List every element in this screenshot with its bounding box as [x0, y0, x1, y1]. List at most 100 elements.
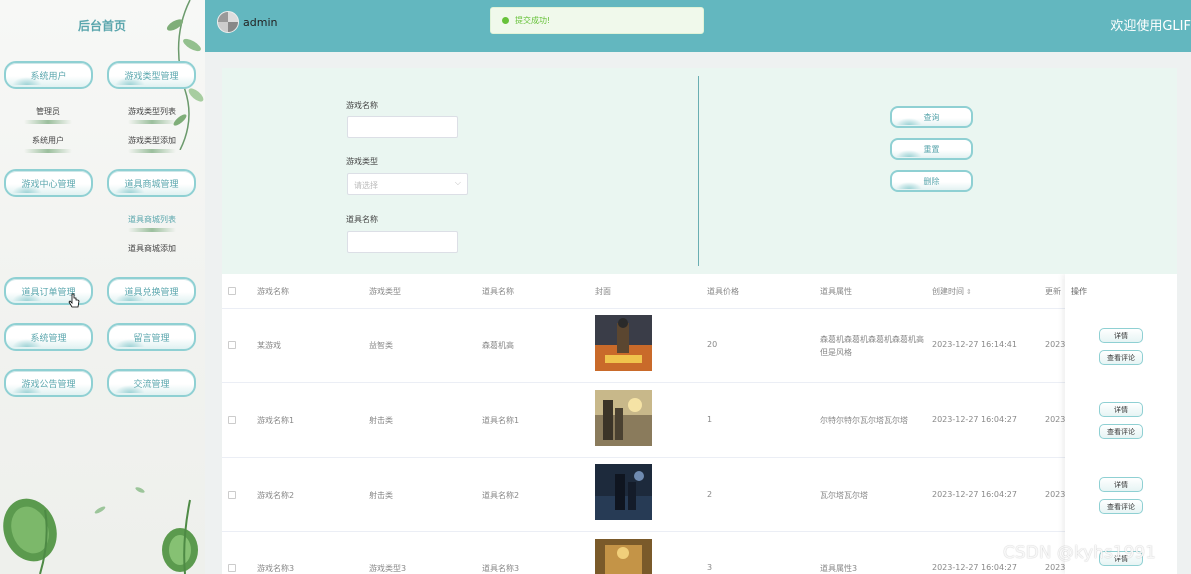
sub-item-system-user[interactable]: 系统用户: [18, 135, 78, 153]
sub-item-label: 管理员: [36, 107, 60, 116]
cell-created: 2023-12-27 16:04:27: [932, 415, 1017, 424]
menu-item-mall[interactable]: 道具商城管理: [107, 169, 196, 197]
cell-item-name: 道具名称1: [482, 416, 520, 425]
brush-decoration: [128, 120, 176, 124]
search-panel: 游戏名称 游戏类型 请选择 ⌵ 道具名称 查询 重置 删除: [222, 68, 1177, 274]
cover-image: [595, 315, 652, 371]
chevron-down-icon: ⌵: [454, 178, 461, 187]
cell-game-name: 游戏名称2: [257, 491, 295, 500]
avatar-icon[interactable]: [217, 11, 239, 33]
cell-game-type: 益智类: [369, 341, 393, 350]
table-row: 某游戏 益智类 森葛机高 20 森葛机森葛机森葛机森葛机高 但是风格 2023-…: [222, 309, 1177, 383]
header-game-type: 游戏类型: [369, 287, 401, 296]
menu-message[interactable]: 留言管理: [107, 323, 196, 351]
brush-decoration: [128, 149, 176, 153]
cell-attr: 尔特尔特尔瓦尔塔瓦尔塔: [820, 416, 908, 425]
header-created-label: 创建时间: [932, 287, 964, 296]
menu-game-notice[interactable]: 游戏公告管理: [4, 369, 93, 397]
cell-game-type: 射击类: [369, 416, 393, 425]
detail-button[interactable]: 详情: [1099, 402, 1143, 417]
sub-item-admin[interactable]: 管理员: [18, 106, 78, 124]
cell-attr: 道具属性3: [820, 564, 858, 573]
cell-item-name: 道具名称3: [482, 564, 520, 573]
cell-game-name: 某游戏: [257, 341, 281, 350]
cell-game-name: 游戏名称1: [257, 416, 295, 425]
header-operations: 操作: [1071, 287, 1087, 296]
menu-forum[interactable]: 交流管理: [107, 369, 196, 397]
cell-created: 2023-12-27 16:14:41: [932, 340, 1017, 349]
welcome-text: 欢迎使用GLIF: [1110, 19, 1191, 34]
sub-item-label: 道具商城列表: [128, 215, 176, 224]
brush-decoration: [24, 149, 72, 153]
toast-message: 提交成功!: [515, 16, 551, 25]
top-header: admin 提交成功! 欢迎使用GLIF: [205, 0, 1191, 52]
sub-item-game-type-add[interactable]: 游戏类型添加: [122, 135, 182, 153]
view-comments-button[interactable]: 查看评论: [1099, 350, 1143, 365]
query-button[interactable]: 查询: [890, 106, 973, 128]
view-comments-button[interactable]: 查看评论: [1099, 424, 1143, 439]
item-name-label: 道具名称: [346, 215, 378, 224]
lotus-leaf-icon: [3, 487, 198, 574]
header-item-name: 道具名称: [482, 287, 514, 296]
menu-item-exchange[interactable]: 道具兑换管理: [107, 277, 196, 305]
cell-price: 20: [707, 340, 718, 349]
sub-item-mall-list[interactable]: 道具商城列表: [122, 214, 182, 232]
game-name-input[interactable]: [347, 116, 458, 138]
select-all-checkbox[interactable]: [228, 287, 236, 295]
cursor-icon: [68, 293, 80, 308]
csdn-watermark: CSDN @kyhs1991: [1003, 543, 1157, 563]
header-price: 道具价格: [707, 287, 739, 296]
brush-decoration: [24, 120, 72, 124]
menu-game-type[interactable]: 游戏类型管理: [107, 61, 196, 89]
cell-price: 3: [707, 563, 713, 572]
sub-item-label: 游戏类型列表: [128, 107, 176, 116]
sidebar: 后台首页 系统用户 游戏类型管理 管理员 系统用户 游戏类型列表 游戏类型添加 …: [0, 0, 205, 574]
sort-icon[interactable]: ⇕: [966, 288, 972, 296]
cell-attr-line2: 但是风格: [820, 348, 852, 357]
table-row: 游戏名称2 射击类 道具名称2 2 瓦尔塔瓦尔塔 2023-12-27 16:0…: [222, 458, 1177, 532]
sub-item-mall-add[interactable]: 道具商城添加: [122, 243, 182, 254]
sub-item-label: 系统用户: [32, 136, 64, 145]
success-icon: [502, 17, 509, 24]
admin-username[interactable]: admin: [243, 16, 277, 29]
detail-button[interactable]: 详情: [1099, 328, 1143, 343]
cover-image: [595, 539, 652, 574]
row-checkbox[interactable]: [228, 416, 236, 424]
success-toast: 提交成功!: [490, 7, 704, 34]
delete-button[interactable]: 删除: [890, 170, 973, 192]
sub-item-label: 游戏类型添加: [128, 136, 176, 145]
brush-decoration: [128, 228, 176, 232]
cell-created: 2023-12-27 16:04:27: [932, 563, 1017, 572]
cell-game-name: 游戏名称3: [257, 564, 295, 573]
header-attr: 道具属性: [820, 287, 852, 296]
header-updated: 更新: [1045, 287, 1061, 296]
cell-item-name: 道具名称2: [482, 491, 520, 500]
item-name-input[interactable]: [347, 231, 458, 253]
menu-system-users[interactable]: 系统用户: [4, 61, 93, 89]
row-checkbox[interactable]: [228, 491, 236, 499]
sub-item-label: 道具商城添加: [128, 244, 176, 253]
table-row: 游戏名称1 射击类 道具名称1 1 尔特尔特尔瓦尔塔瓦尔塔 2023-12-27…: [222, 383, 1177, 458]
game-type-placeholder: 请选择: [354, 181, 378, 190]
sub-item-game-type-list[interactable]: 游戏类型列表: [122, 106, 182, 124]
row-checkbox[interactable]: [228, 564, 236, 572]
cell-game-type: 游戏类型3: [369, 564, 407, 573]
cell-attr: 瓦尔塔瓦尔塔: [820, 491, 868, 500]
menu-system[interactable]: 系统管理: [4, 323, 93, 351]
detail-button[interactable]: 详情: [1099, 477, 1143, 492]
cell-created: 2023-12-27 16:04:27: [932, 490, 1017, 499]
row-checkbox[interactable]: [228, 341, 236, 349]
cell-price: 2: [707, 490, 713, 499]
game-type-select[interactable]: 请选择 ⌵: [347, 173, 468, 195]
cover-image: [595, 464, 652, 520]
cell-item-name: 森葛机高: [482, 341, 514, 350]
panel-divider: [698, 76, 699, 266]
reset-button[interactable]: 重置: [890, 138, 973, 160]
header-created[interactable]: 创建时间 ⇕: [932, 286, 972, 297]
sidebar-title[interactable]: 后台首页: [78, 17, 126, 34]
cell-attr: 森葛机森葛机森葛机森葛机高: [820, 335, 924, 344]
menu-game-center[interactable]: 游戏中心管理: [4, 169, 93, 197]
view-comments-button[interactable]: 查看评论: [1099, 499, 1143, 514]
data-table: 游戏名称 游戏类型 道具名称 封面 道具价格 道具属性 创建时间 ⇕ 更新 某游戏…: [222, 274, 1177, 574]
header-cover: 封面: [595, 287, 611, 296]
